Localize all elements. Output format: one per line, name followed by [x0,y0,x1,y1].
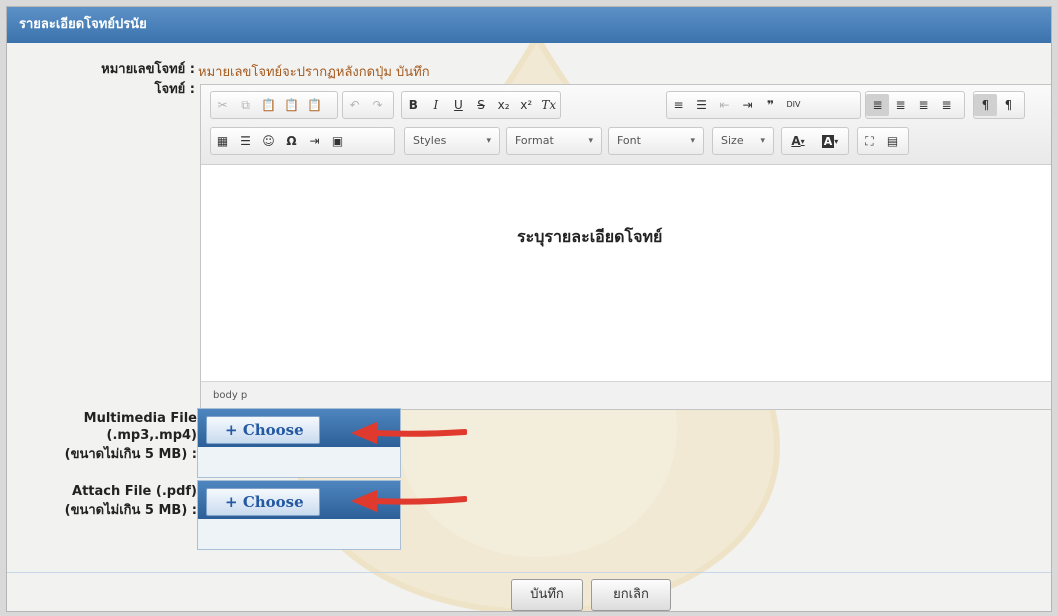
plus-icon: + [225,421,238,439]
rtl-icon[interactable]: ¶ [997,94,1020,116]
attach-label-line1: Attach File (.pdf) [72,484,197,499]
outdent-icon[interactable]: ⇤ [713,94,736,116]
attach-label-line2: (ขนาดไม่เกิน 5 MB) : [64,503,197,518]
superscript-button[interactable]: x² [515,94,538,116]
underline-button[interactable]: U [447,94,470,116]
strike-button[interactable]: S [470,94,493,116]
subscript-button[interactable]: x₂ [492,94,515,116]
show-blocks-icon[interactable]: ▤ [881,130,904,152]
special-char-button[interactable]: Ω [280,130,303,152]
attach-choose-button[interactable]: + Choose [206,488,320,516]
remove-format-button[interactable]: Tx [537,94,560,116]
ltr-icon[interactable]: ¶ [974,94,997,116]
save-button[interactable]: บันทึก [511,579,583,611]
bold-button[interactable]: B [402,94,425,116]
styles-dropdown-label: Styles [413,134,447,147]
numbered-list-icon[interactable]: ≡ [667,94,690,116]
panel-title: รายละเอียดโจทย์ปรนัย [7,7,1051,43]
paste-word-icon[interactable]: 📋 [303,94,326,116]
divider [7,572,1051,573]
insert-group: ▦ ☰ ☺ Ω ⇥ ▣ [210,127,395,155]
undo-icon[interactable]: ↶ [343,94,366,116]
arrow-annotation-icon [351,490,467,512]
bg-color-button[interactable]: A ▾ [814,130,846,152]
blockquote-icon[interactable]: ❞ [759,94,782,116]
indent-icon[interactable]: ⇥ [736,94,759,116]
editor-toolbar: ✂ ⧉ 📋 📋 📋 ↶ ↷ B I U S x₂ x² Tx ≡ ☰ ⇤ ⇥ ❞… [201,85,1051,165]
choose-label: Choose [242,421,304,439]
align-right-icon[interactable]: ≣ [912,94,935,116]
choose-label: Choose [242,493,304,511]
multimedia-label-line2: (.mp3,.mp4) [106,428,198,443]
chevron-down-icon: ▾ [690,136,695,146]
align-center-icon[interactable]: ≣ [889,94,912,116]
arrow-annotation-icon [351,422,467,444]
multimedia-label-line1: Multimedia File [83,411,197,426]
chevron-down-icon: ▾ [760,136,765,146]
styles-dropdown[interactable]: Styles ▾ [404,127,500,155]
list-group: ≡ ☰ ⇤ ⇥ ❞ DIV [666,91,861,119]
copy-icon[interactable]: ⧉ [234,94,257,116]
rich-text-editor: ✂ ⧉ 📋 📋 📋 ↶ ↷ B I U S x₂ x² Tx ≡ ☰ ⇤ ⇥ ❞… [200,84,1051,410]
multimedia-choose-button[interactable]: + Choose [206,416,320,444]
paste-icon[interactable]: 📋 [257,94,280,116]
cancel-button[interactable]: ยกเลิก [591,579,671,611]
font-dropdown-label: Font [617,134,641,147]
tools-group: ⛶ ▤ [857,127,909,155]
justify-icon[interactable]: ≣ [935,94,958,116]
italic-button[interactable]: I [425,94,448,116]
size-dropdown-label: Size [721,134,744,147]
paste-text-icon[interactable]: 📋 [280,94,303,116]
font-dropdown[interactable]: Font ▾ [608,127,704,155]
color-group: A ▾ A ▾ [781,127,849,155]
table-icon[interactable]: ▦ [211,130,234,152]
bg-color-label: A [821,134,835,148]
bulleted-list-icon[interactable]: ☰ [690,94,713,116]
history-group: ↶ ↷ [342,91,394,119]
editor-content-text: ระบุรายละเอียดโจทย์ [517,227,663,246]
cut-icon[interactable]: ✂ [211,94,234,116]
text-color-label: A [791,134,801,148]
chevron-down-icon: ▾ [588,136,593,146]
bidi-group: ¶ ¶ [973,91,1025,119]
text-color-button[interactable]: A ▾ [782,130,814,152]
maximize-icon[interactable]: ⛶ [858,130,881,152]
question-number-value: หมายเลขโจทย์จะปรากฏหลังกดปุ่ม บันทึก [198,65,430,80]
page-break-icon[interactable]: ⇥ [303,130,326,152]
align-group: ≣ ≣ ≣ ≣ [865,91,965,119]
format-dropdown-label: Format [515,134,554,147]
question-label: โจทย์ : [154,82,195,97]
div-icon[interactable]: DIV [782,94,805,116]
editor-content-area[interactable]: ระบุรายละเอียดโจทย์ [201,165,1051,383]
align-left-icon[interactable]: ≣ [866,94,889,116]
clipboard-group: ✂ ⧉ 📋 📋 📋 [210,91,338,119]
image-icon[interactable]: ▣ [326,130,349,152]
horizontal-rule-icon[interactable]: ☰ [234,130,257,152]
multimedia-label-line3: (ขนาดไม่เกิน 5 MB) : [64,447,197,462]
format-dropdown[interactable]: Format ▾ [506,127,602,155]
smiley-icon[interactable]: ☺ [257,130,280,152]
chevron-down-icon: ▾ [486,136,491,146]
editor-path-bar: body p [201,381,1051,409]
redo-icon[interactable]: ↷ [366,94,389,116]
question-number-label: หมายเลขโจทย์ : [101,62,195,77]
size-dropdown[interactable]: Size ▾ [712,127,774,155]
question-detail-panel: รายละเอียดโจทย์ปรนัย หมายเลขโจทย์ : หมาย… [6,6,1052,612]
plus-icon: + [225,493,238,511]
basic-styles-group: B I U S x₂ x² Tx [401,91,561,119]
